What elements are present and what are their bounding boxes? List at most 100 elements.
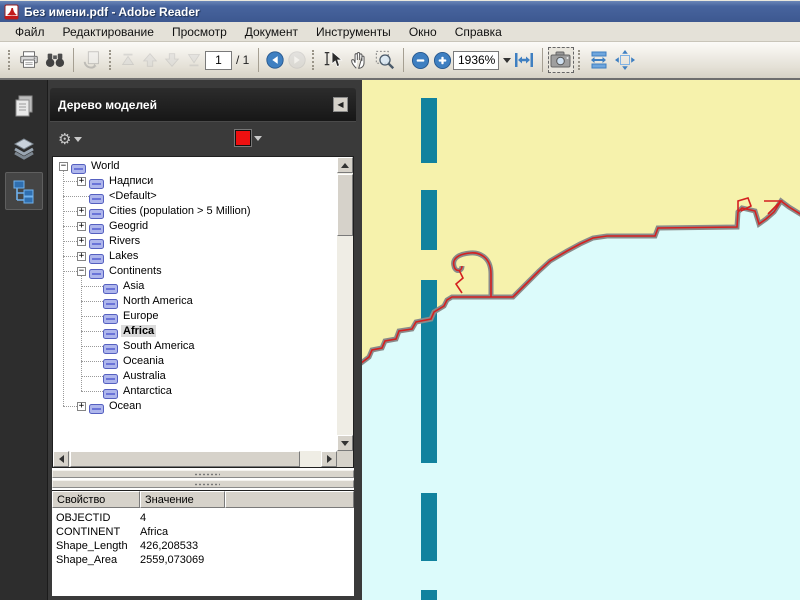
menu-item-0[interactable]: Файл [6,23,54,41]
property-value: 4 [140,511,146,525]
print-button[interactable] [16,47,42,73]
menu-item-3[interactable]: Документ [236,23,307,41]
title-bar[interactable]: Без имени.pdf - Adobe Reader [0,0,800,22]
tree-item-oceania[interactable]: Oceania [53,354,337,369]
color-dropdown-arrow[interactable] [254,136,262,141]
model-tree-tab[interactable] [5,172,43,210]
first-page-icon [119,51,137,69]
tree-item--default-[interactable]: <Default> [53,189,337,204]
navigation-tabs [0,80,48,600]
tree-item-south-america[interactable]: South America [53,339,337,354]
hand-tool-button[interactable] [346,47,372,73]
vertical-scroll-thumb[interactable] [337,174,353,236]
model-node-icon [89,251,104,261]
forward-button[interactable] [286,47,308,73]
collapse-toggle[interactable]: − [77,267,86,276]
highlight-color-swatch[interactable] [235,130,251,146]
previous-page-button[interactable] [139,47,161,73]
model-node-icon [89,266,104,276]
model-node-icon [89,206,104,216]
tree-item-lakes[interactable]: +Lakes [53,249,337,264]
toolbar-grip[interactable] [109,50,113,70]
collapse-toggle[interactable]: − [59,162,68,171]
tree-item-label: Надписи [107,175,155,187]
tree-horizontal-scrollbar[interactable] [53,451,337,467]
layers-tab[interactable] [5,130,43,168]
email-button[interactable] [79,47,105,73]
expand-toggle[interactable]: + [77,402,86,411]
menu-item-5[interactable]: Окно [400,23,446,41]
menu-item-1[interactable]: Редактирование [54,23,163,41]
next-page-button[interactable] [161,47,183,73]
expand-toggle[interactable]: + [77,237,86,246]
tree-item-geogrid[interactable]: +Geogrid [53,219,337,234]
tree-item-europe[interactable]: Europe [53,309,337,324]
menu-item-6[interactable]: Справка [446,23,511,41]
pdf-map-page[interactable] [362,80,800,600]
fit-width-button[interactable] [511,47,537,73]
property-name: Shape_Length [56,539,140,553]
pages-tab[interactable] [5,88,43,126]
value-column-header[interactable]: Значение [140,491,225,508]
first-page-button[interactable] [117,47,139,73]
tree-item-continents[interactable]: −Continents [53,264,337,279]
tree-item-world[interactable]: −World [53,159,337,174]
tree-item-north-america[interactable]: North America [53,294,337,309]
tree-box: −World + Надписи <Default>+Cities (populati… [52,156,354,468]
tree-item-cities-population-5-million-[interactable]: +Cities (population > 5 Million) [53,204,337,219]
scroll-up-button[interactable] [337,157,353,173]
tree-item-ocean[interactable]: +Ocean [53,399,337,414]
last-page-button[interactable] [183,47,205,73]
zoom-out-icon [411,51,430,70]
scrolling-pages-button[interactable] [586,47,612,73]
options-gear-icon[interactable]: ⚙ [58,130,71,148]
marquee-zoom-button[interactable] [372,47,398,73]
scroll-down-button[interactable] [337,435,353,451]
tree-item-antarctica[interactable]: Antarctica [53,384,337,399]
search-button[interactable] [42,47,68,73]
tree-item-label: Australia [121,370,168,382]
snapshot-button[interactable] [548,47,574,73]
expand-toggle[interactable]: + [77,252,86,261]
window-title: Без имени.pdf - Adobe Reader [24,5,200,19]
scroll-right-button[interactable] [321,451,337,467]
zoom-out-button[interactable] [409,47,431,73]
back-button[interactable] [264,47,286,73]
fit-page-button[interactable] [612,47,638,73]
menu-item-2[interactable]: Просмотр [163,23,236,41]
model-node-icon [103,281,118,291]
splitter-handle[interactable] [52,470,354,478]
tree-item-rivers[interactable]: +Rivers [53,234,337,249]
page-number-input[interactable] [205,51,232,70]
tree-connector [81,346,103,347]
property-column-header[interactable]: Свойство [52,491,140,508]
scrollbar-corner [337,451,353,467]
toolbar-grip[interactable] [312,50,316,70]
expand-toggle[interactable]: + [77,177,86,186]
zoom-level-input[interactable] [453,51,499,70]
zoom-dropdown-arrow[interactable] [503,58,511,63]
model-node-icon [89,221,104,231]
options-dropdown-arrow[interactable] [74,137,82,142]
tree-item-надписи[interactable]: + Надписи [53,174,337,189]
tree-connector [63,196,89,197]
splitter-handle[interactable] [52,480,354,488]
tree-item-africa[interactable]: Africa [53,324,337,339]
tree-item-asia[interactable]: Asia [53,279,337,294]
tree-item-australia[interactable]: Australia [53,369,337,384]
toolbar-grip[interactable] [8,50,12,70]
scroll-left-button[interactable] [53,451,69,467]
toolbar-separator [73,48,74,72]
select-tool-button[interactable] [320,47,346,73]
search-binoculars-icon [44,49,66,71]
zoom-in-button[interactable] [431,47,453,73]
tree-vertical-scrollbar[interactable] [337,157,353,451]
expand-toggle[interactable]: + [77,222,86,231]
property-row: OBJECTID4 [52,511,354,525]
expand-toggle[interactable]: + [77,207,86,216]
toolbar-grip[interactable] [578,50,582,70]
horizontal-scroll-thumb[interactable] [70,451,300,467]
adobe-reader-icon [4,4,20,20]
menu-item-4[interactable]: Инструменты [307,23,400,41]
collapse-panel-button[interactable]: ◀ [333,97,348,112]
